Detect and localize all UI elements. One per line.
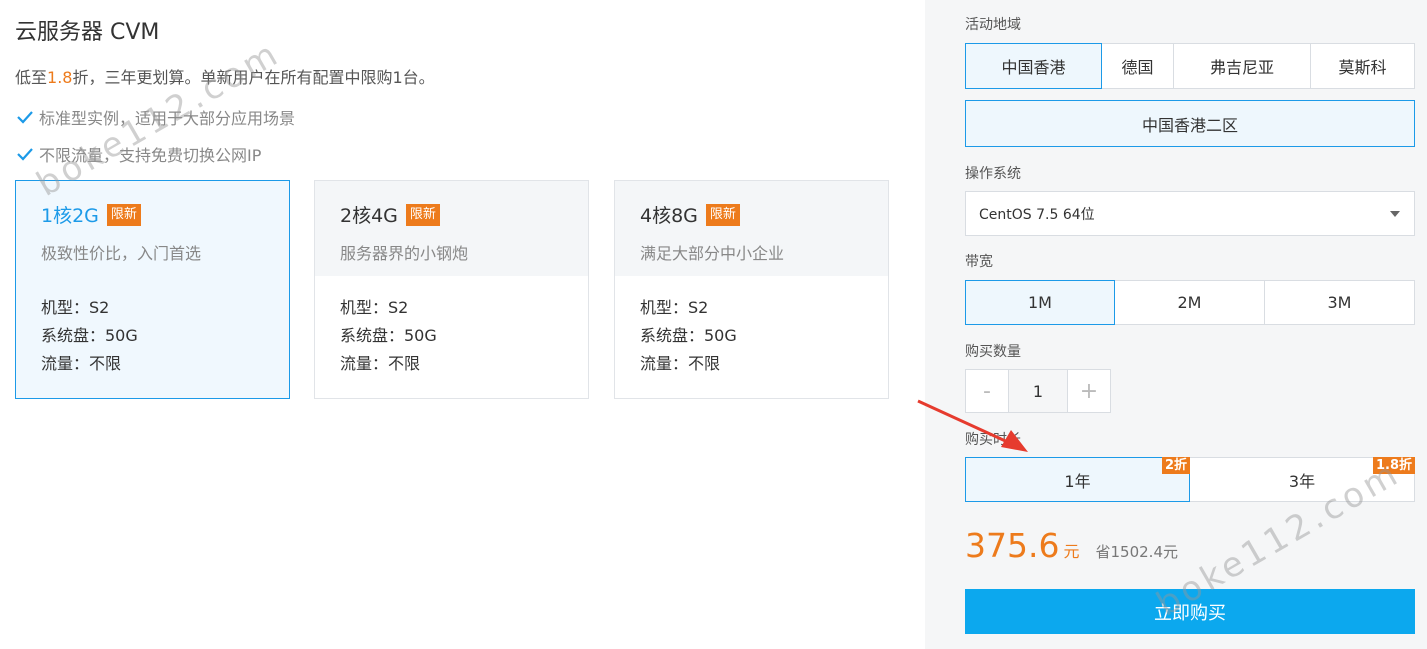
bandwidth-selector: 1M 2M 3M [965,280,1415,325]
bandwidth-option-3m[interactable]: 3M [1264,280,1415,325]
subtitle-suffix: 折，三年更划算。单新用户在所有配置中限购1台。 [72,68,435,87]
check-icon [17,148,33,161]
plan-traffic: 流量：不限 [340,354,421,373]
product-info-panel: 云服务器 CVM 低至1.8折，三年更划算。单新用户在所有配置中限购1台。 标准… [0,0,925,649]
decrement-button[interactable]: - [965,369,1009,413]
bandwidth-option-2m[interactable]: 2M [1114,280,1265,325]
duration-label-text: 1年 [1064,471,1091,491]
plan-card-header: 4核8G 限新 满足大部分中小企业 [615,181,888,276]
plan-desc: 满足大部分中小企业 [640,244,785,263]
duration-option-1y[interactable]: 1年 2折 [965,457,1190,502]
quantity-label: 购买数量 [965,344,1021,360]
plan-desc: 服务器界的小钢炮 [340,244,469,263]
bandwidth-label: 带宽 [965,254,993,270]
check-icon [17,111,33,124]
plan-model: 机型：S2 [41,298,110,317]
plan-card-header: 1核2G 限新 极致性价比，入门首选 [16,181,289,276]
caret-down-icon [1390,211,1400,217]
discount-badge: 2折 [1161,457,1190,474]
bandwidth-option-1m[interactable]: 1M [965,280,1115,325]
plan-card-header: 2核4G 限新 服务器界的小钢炮 [315,181,588,276]
plan-name: 1核2G [41,205,99,227]
region-selector: 中国香港 德国 弗吉尼亚 莫斯科 [965,43,1415,89]
price-amount: 375.6 [965,526,1060,565]
os-select[interactable]: CentOS 7.5 64位 [965,191,1415,236]
feature-item: 标准型实例，适用于大部分应用场景 [15,105,295,129]
quantity-value[interactable]: 1 [1009,369,1067,413]
os-value: CentOS 7.5 64位 [979,206,1095,223]
plan-traffic: 流量：不限 [41,354,122,373]
promo-subtitle: 低至1.8折，三年更划算。单新用户在所有配置中限购1台。 [15,64,435,88]
new-user-badge: 限新 [106,203,141,226]
plan-name: 4核8G [640,205,698,227]
region-option-germany[interactable]: 德国 [1101,43,1174,89]
plan-disk: 系统盘：50G [41,326,138,345]
zone-option[interactable]: 中国香港二区 [965,100,1415,147]
plan-desc: 极致性价比，入门首选 [41,244,202,263]
region-option-moscow[interactable]: 莫斯科 [1310,43,1415,89]
price-unit: 元 [1063,542,1080,561]
plan-card-4c8g[interactable]: 4核8G 限新 满足大部分中小企业 机型：S2 系统盘：50G 流量：不限 [614,180,889,399]
duration-label-text: 3年 [1288,471,1316,491]
new-user-badge: 限新 [405,203,440,226]
price-saving: 省1502.4元 [1095,543,1179,561]
os-label: 操作系统 [965,166,1021,182]
subtitle-prefix: 低至 [15,68,48,87]
buy-now-button[interactable]: 立即购买 [965,589,1415,634]
plan-name: 2核4G [340,205,398,227]
plan-traffic: 流量：不限 [640,354,721,373]
discount-badge: 1.8折 [1372,457,1415,474]
plan-model: 机型：S2 [340,298,409,317]
plan-specs: 机型：S2 系统盘：50G 流量：不限 [16,276,289,378]
price-display: 375.6 元 省1502.4元 [965,526,1178,565]
quantity-stepper: - 1 + [965,369,1111,413]
increment-button[interactable]: + [1067,369,1111,413]
subtitle-discount: 1.8 [47,68,73,87]
plan-model: 机型：S2 [640,298,709,317]
region-option-virginia[interactable]: 弗吉尼亚 [1173,43,1311,89]
new-user-badge: 限新 [705,203,740,226]
duration-option-3y[interactable]: 3年 1.8折 [1189,457,1415,502]
plan-card-1c2g[interactable]: 1核2G 限新 极致性价比，入门首选 机型：S2 系统盘：50G 流量：不限 [15,180,290,399]
plan-disk: 系统盘：50G [640,326,737,345]
order-panel: 活动地域 中国香港 德国 弗吉尼亚 莫斯科 中国香港二区 操作系统 CentOS… [925,0,1427,649]
plan-specs: 机型：S2 系统盘：50G 流量：不限 [315,276,588,378]
feature-item: 不限流量，支持免费切换公网IP [15,142,261,166]
plan-specs: 机型：S2 系统盘：50G 流量：不限 [615,276,888,378]
duration-label: 购买时长 [965,432,1021,448]
page-title: 云服务器 CVM [15,20,160,45]
region-option-hongkong[interactable]: 中国香港 [965,43,1102,89]
region-label: 活动地域 [965,17,1021,33]
plan-card-2c4g[interactable]: 2核4G 限新 服务器界的小钢炮 机型：S2 系统盘：50G 流量：不限 [314,180,589,399]
feature-text: 标准型实例，适用于大部分应用场景 [39,109,296,128]
duration-selector: 1年 2折 3年 1.8折 [965,457,1415,502]
plan-disk: 系统盘：50G [340,326,437,345]
feature-text: 不限流量，支持免费切换公网IP [39,146,262,165]
